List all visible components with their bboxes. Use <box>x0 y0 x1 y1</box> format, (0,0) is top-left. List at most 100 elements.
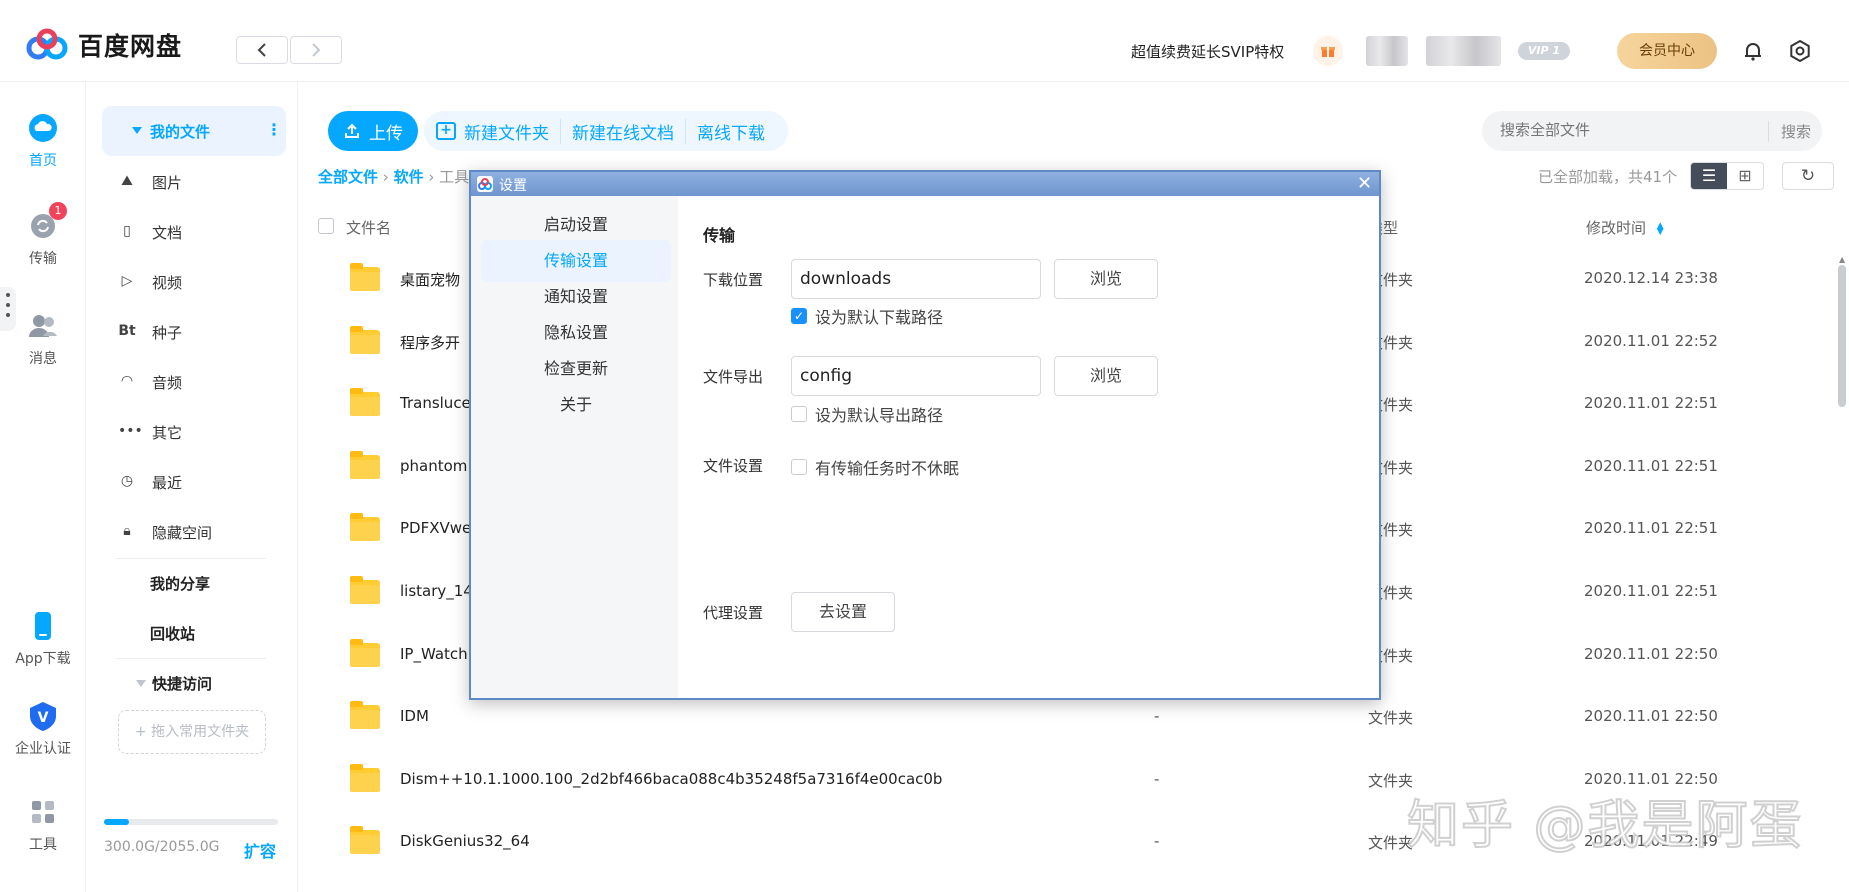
rail-label-enterprise: 企业认证 <box>15 741 71 757</box>
folder-icon <box>350 263 380 291</box>
chevron-right-icon <box>312 43 321 57</box>
svip-promo-link[interactable]: 超值续费延长SVIP特权 <box>1131 41 1284 62</box>
column-header-name[interactable]: 文件名 <box>346 217 391 238</box>
member-center-button[interactable]: 会员中心 <box>1617 33 1717 69</box>
sidebar-item-my-files[interactable]: 我的文件 ⋮ <box>102 106 286 156</box>
new-folder-button[interactable]: 新建文件夹 <box>460 119 560 144</box>
sidebar-item-label: 视频 <box>152 274 183 292</box>
folder-icon <box>350 450 380 479</box>
breadcrumb: 全部文件 › 软件 › 工具 <box>318 166 469 187</box>
refresh-icon[interactable]: ↻ <box>1782 162 1834 190</box>
breadcrumb-separator-icon: › <box>428 168 440 186</box>
breadcrumb-separator-icon: › <box>382 168 394 186</box>
file-modified-time: 2020.11.01 22:52 <box>1584 331 1718 350</box>
list-view-icon[interactable]: ☰ <box>1691 163 1727 189</box>
proxy-settings-button[interactable]: 去设置 <box>791 592 895 632</box>
sidebar-item-documents[interactable]: ▯ 文档 <box>123 222 182 243</box>
default-export-path-checkbox[interactable]: 设为默认导出路径 <box>791 402 943 426</box>
file-name[interactable]: phantom <box>400 457 467 475</box>
file-size: - <box>1154 769 1160 788</box>
file-name[interactable]: PDFXVwe <box>400 519 471 537</box>
breadcrumb-root[interactable]: 全部文件 <box>318 168 378 186</box>
file-name[interactable]: DiskGenius32_64 <box>400 832 530 850</box>
forward-button[interactable] <box>290 36 342 64</box>
folder-icon <box>350 701 380 730</box>
file-modified-time: 2020.11.01 22:51 <box>1584 519 1718 538</box>
gift-icon[interactable] <box>1313 36 1343 66</box>
quick-access-header[interactable]: 快捷访问 <box>152 673 212 694</box>
file-name[interactable]: IDM <box>400 707 429 725</box>
sidebar-item-other[interactable]: ••• 其它 <box>118 422 182 443</box>
file-name[interactable]: 桌面宠物 <box>400 269 460 290</box>
file-name[interactable]: IP_Watch <box>400 645 468 663</box>
sort-arrows-icon[interactable]: ▲ ▼ <box>1657 221 1664 236</box>
offline-download-button[interactable]: 离线下载 <box>685 118 776 144</box>
file-name[interactable]: listary_14 <box>400 582 473 600</box>
rail-item-enterprise[interactable]: V 企业认证 <box>0 700 86 758</box>
sidebar-item-recent[interactable]: ◷ 最近 <box>121 472 182 493</box>
proxy-settings-label: 代理设置 <box>703 604 764 622</box>
rail-item-app-download[interactable]: App下载 <box>0 610 86 668</box>
sidebar-item-audio[interactable]: ◠ 音频 <box>121 372 182 393</box>
sidebar-item-hidden-space[interactable]: 🔒︎ 隐藏空间 <box>123 522 212 543</box>
search-box: 搜索 <box>1482 111 1822 151</box>
folder-icon <box>350 388 380 417</box>
my-files-label: 我的文件 <box>150 123 211 141</box>
view-toggle: ☰ ⊞ <box>1690 162 1764 190</box>
browse-download-button[interactable]: 浏览 <box>1054 259 1158 299</box>
more-dots-icon: ••• <box>118 423 143 439</box>
grid-view-icon[interactable]: ⊞ <box>1727 163 1763 189</box>
file-name[interactable]: Dism++10.1.1000.100_2d2bf466baca088c4b35… <box>400 770 942 788</box>
rail-item-transfer[interactable]: 1 传输 <box>0 202 86 268</box>
search-button[interactable]: 搜索 <box>1768 121 1811 142</box>
baidu-cloud-logo-icon <box>26 28 70 62</box>
more-vertical-icon[interactable]: ⋮ <box>266 120 282 139</box>
select-all-checkbox[interactable] <box>318 218 334 234</box>
search-input[interactable] <box>1500 121 1740 139</box>
default-download-path-checkbox[interactable]: ✓ 设为默认下载路径 <box>791 304 943 328</box>
file-export-input[interactable] <box>791 356 1041 396</box>
username-blurred[interactable] <box>1426 36 1501 66</box>
download-location-input[interactable] <box>791 259 1041 299</box>
new-online-doc-button[interactable]: 新建在线文档 <box>560 118 685 144</box>
sidebar-item-images[interactable]: ⛰ 图片 <box>121 172 182 193</box>
settings-dialog: 设置 ✕ 启动设置 传输设置 通知设置 隐私设置 检查更新 关于 传输 下载位置… <box>469 170 1381 700</box>
quick-access-drop-zone[interactable]: + 拖入常用文件夹 <box>118 710 266 754</box>
rail-label-tools: 工具 <box>29 837 57 853</box>
rail-item-messages[interactable]: 消息 <box>0 310 86 368</box>
user-avatar[interactable] <box>1366 36 1408 66</box>
baidu-cloud-logo-icon <box>477 176 493 192</box>
file-modified-time: 2020.12.14 23:38 <box>1584 269 1718 287</box>
rail-item-home[interactable]: 首页 <box>0 112 86 170</box>
enterprise-shield-icon: V <box>27 700 59 732</box>
storage-usage-bar <box>104 819 278 825</box>
column-header-modified[interactable]: 修改时间 ▲ ▼ <box>1586 217 1664 238</box>
upload-button[interactable]: 上传 <box>328 111 418 151</box>
close-icon[interactable]: ✕ <box>1357 173 1372 194</box>
file-name[interactable]: Transluce <box>400 394 471 412</box>
settings-nav-about[interactable]: 关于 <box>481 384 671 426</box>
sidebar-item-torrents[interactable]: Bt 种子 <box>118 322 182 343</box>
browse-export-button[interactable]: 浏览 <box>1054 356 1158 396</box>
breadcrumb-software[interactable]: 软件 <box>394 168 424 186</box>
sidebar-item-videos[interactable]: ▷ 视频 <box>122 272 183 293</box>
gear-icon[interactable] <box>1787 38 1813 64</box>
file-settings-label: 文件设置 <box>703 457 764 475</box>
dialog-titlebar[interactable]: 设置 ✕ <box>471 172 1379 196</box>
back-button[interactable] <box>236 36 288 64</box>
divider <box>116 558 266 559</box>
storage-usage-fill <box>104 819 130 825</box>
vertical-scrollbar[interactable]: ▲ <box>1836 255 1848 892</box>
scrollbar-thumb[interactable] <box>1838 265 1846 407</box>
rail-item-tools[interactable]: 工具 <box>0 796 86 854</box>
chevron-left-icon <box>257 43 266 57</box>
file-name[interactable]: 程序多开 <box>400 332 460 353</box>
sidebar-item-my-share[interactable]: 我的分享 <box>150 573 210 594</box>
bell-icon[interactable] <box>1740 38 1766 64</box>
app-logo[interactable]: 百度网盘 <box>26 27 182 63</box>
no-sleep-checkbox[interactable]: 有传输任务时不休眠 <box>791 455 959 479</box>
scroll-up-arrow-icon[interactable]: ▲ <box>1839 255 1845 264</box>
file-size: - <box>1154 832 1160 851</box>
expand-storage-link[interactable]: 扩容 <box>244 838 276 862</box>
sidebar-item-recycle-bin[interactable]: 回收站 <box>150 623 195 644</box>
